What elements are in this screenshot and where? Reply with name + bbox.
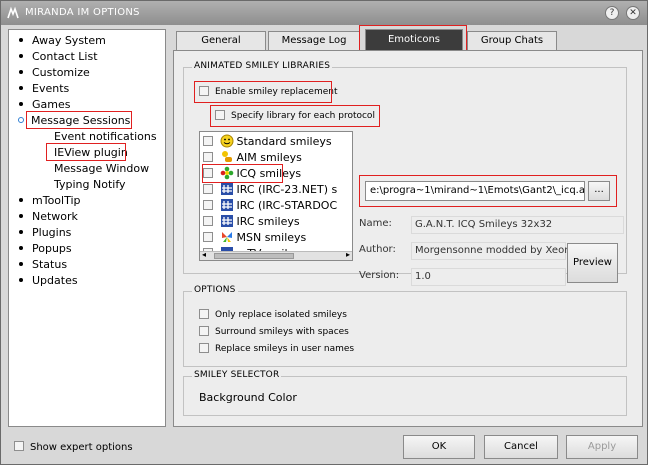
name-label: Name: bbox=[359, 218, 392, 229]
tree-item-popups[interactable]: Popups bbox=[19, 241, 72, 256]
highlight-ieview-plugin bbox=[46, 143, 126, 161]
irc-icon bbox=[220, 183, 233, 195]
help-icon[interactable]: ? bbox=[605, 6, 619, 20]
options-tree[interactable]: Away System Contact List Customize Event… bbox=[8, 29, 166, 427]
animated-smiley-group: ANIMATED SMILEY LIBRARIES Enable smiley … bbox=[183, 61, 627, 286]
title-bar[interactable]: MIRANDA IM OPTIONS ? ✕ bbox=[1, 1, 647, 25]
apply-button[interactable]: Apply bbox=[566, 435, 638, 459]
emoticons-panel: ANIMATED SMILEY LIBRARIES Enable smiley … bbox=[173, 50, 643, 427]
irc-icon bbox=[220, 199, 233, 211]
selector-group-title: SMILEY SELECTOR bbox=[192, 370, 282, 380]
ok-button[interactable]: OK bbox=[403, 435, 475, 459]
tree-item-games[interactable]: Games bbox=[19, 97, 70, 112]
list-item[interactable]: IRC (IRC-STARDOC bbox=[203, 198, 337, 214]
msn-butterfly-icon bbox=[221, 232, 232, 242]
list-item[interactable]: IRC (IRC-23.NET) s bbox=[203, 182, 337, 198]
highlight-path bbox=[359, 175, 617, 207]
expanded-node-icon bbox=[18, 117, 24, 123]
background-color-label: Background Color bbox=[199, 391, 297, 404]
cancel-button[interactable]: Cancel bbox=[484, 435, 558, 459]
scroll-thumb[interactable] bbox=[214, 253, 294, 259]
options-window: MIRANDA IM OPTIONS ? ✕ Away System Conta… bbox=[0, 0, 648, 465]
list-horizontal-scrollbar[interactable]: ◂ ▸ bbox=[200, 250, 352, 260]
window-title: MIRANDA IM OPTIONS bbox=[25, 7, 140, 18]
tree-item-message-window[interactable]: Message Window bbox=[54, 161, 149, 176]
name-value: G.A.N.T. ICQ Smileys 32x32 bbox=[411, 216, 624, 234]
tree-item-network[interactable]: Network bbox=[19, 209, 78, 224]
smiley-selector-group: SMILEY SELECTOR Background Color bbox=[183, 370, 627, 416]
list-item[interactable]: IRC smileys bbox=[203, 214, 300, 230]
highlight-icq-smileys bbox=[202, 164, 283, 183]
highlight-message-sessions bbox=[26, 111, 132, 129]
preview-button[interactable]: Preview bbox=[567, 243, 618, 283]
highlight-enable bbox=[194, 81, 332, 103]
scroll-right-icon[interactable]: ▸ bbox=[346, 250, 350, 259]
yellow-smiley-icon bbox=[220, 134, 233, 148]
tab-message-log[interactable]: Message Log bbox=[268, 31, 360, 50]
tree-item-updates[interactable]: Updates bbox=[19, 273, 78, 288]
highlight-emoticons-tab bbox=[359, 25, 467, 53]
version-value: 1.0 bbox=[411, 268, 566, 286]
irc-icon bbox=[220, 215, 233, 227]
tree-item-contact-list[interactable]: Contact List bbox=[19, 49, 98, 64]
protocol-list[interactable]: Standard smileys AIM smileys ICQ smileys… bbox=[199, 131, 353, 261]
replace-usernames-checkbox[interactable]: Replace smileys in user names bbox=[199, 342, 354, 356]
aim-icon bbox=[221, 151, 232, 162]
tree-item-away-system[interactable]: Away System bbox=[19, 33, 106, 48]
tree-item-events[interactable]: Events bbox=[19, 81, 69, 96]
author-label: Author: bbox=[359, 244, 396, 255]
list-item[interactable]: MSN smileys bbox=[203, 230, 306, 246]
tab-general[interactable]: General bbox=[176, 31, 266, 50]
show-expert-checkbox[interactable]: Show expert options bbox=[14, 441, 133, 455]
tree-item-typing-notify[interactable]: Typing Notify bbox=[54, 177, 126, 192]
only-isolated-checkbox[interactable]: Only replace isolated smileys bbox=[199, 308, 347, 322]
miranda-app-icon bbox=[7, 6, 19, 19]
version-label: Version: bbox=[359, 270, 400, 281]
surround-spaces-checkbox[interactable]: Surround smileys with spaces bbox=[199, 325, 349, 339]
tree-item-status[interactable]: Status bbox=[19, 257, 67, 272]
tab-group-chats[interactable]: Group Chats bbox=[467, 31, 557, 50]
tree-item-mtooltip[interactable]: mToolTip bbox=[19, 193, 81, 208]
tree-item-plugins[interactable]: Plugins bbox=[19, 225, 71, 240]
scroll-left-icon[interactable]: ◂ bbox=[202, 250, 206, 259]
options-group-title: OPTIONS bbox=[192, 285, 238, 295]
options-group: OPTIONS Only replace isolated smileys Su… bbox=[183, 285, 627, 367]
animated-group-title: ANIMATED SMILEY LIBRARIES bbox=[192, 61, 333, 71]
highlight-specify bbox=[210, 105, 380, 127]
close-icon[interactable]: ✕ bbox=[626, 6, 640, 20]
author-value: Morgensonne modded by Xeon bbox=[411, 242, 571, 260]
list-item[interactable]: Standard smileys bbox=[203, 134, 332, 150]
tabs-area: General Message Log Emoticons Group Chat… bbox=[173, 25, 643, 427]
tree-item-event-notifications[interactable]: Event notifications bbox=[54, 129, 157, 144]
tree-item-customize[interactable]: Customize bbox=[19, 65, 90, 80]
